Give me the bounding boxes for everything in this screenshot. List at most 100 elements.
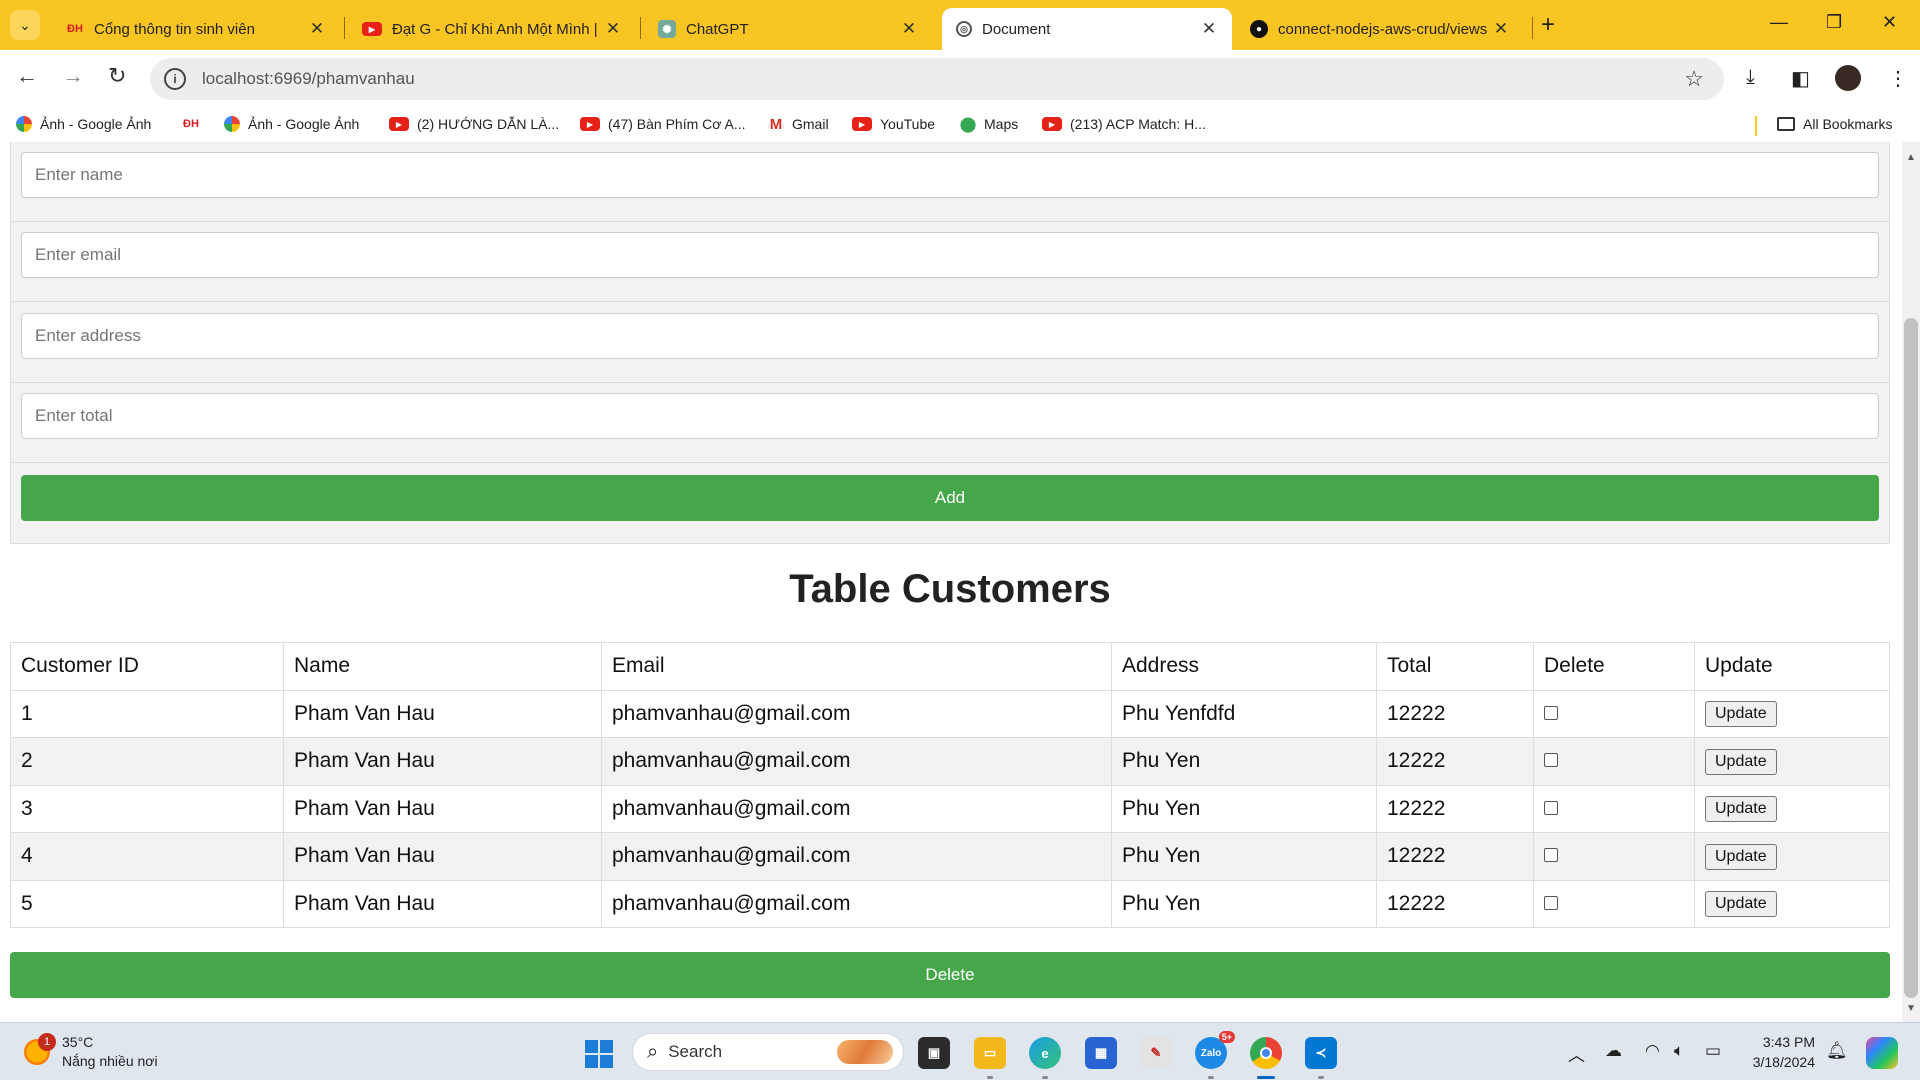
vnu-icon: ĐH bbox=[183, 118, 199, 130]
bookmark-google-photos[interactable]: Ảnh - Google Ảnh bbox=[16, 116, 151, 132]
column-header-name: Name bbox=[283, 642, 602, 691]
copilot-icon[interactable] bbox=[1866, 1037, 1898, 1069]
bookmark-maps[interactable]: ⬤ Maps bbox=[960, 116, 1019, 133]
cell-address: Phu Yen bbox=[1111, 879, 1377, 928]
bookmark-youtube-keyboard[interactable]: ▶ (47) Bàn Phím Cơ A... bbox=[580, 116, 746, 132]
url-text: localhost:6969/phamvanhau bbox=[202, 69, 415, 88]
wifi-icon[interactable]: ◠ bbox=[1645, 1041, 1660, 1061]
microsoft-store-icon[interactable]: ▦ bbox=[1085, 1037, 1117, 1069]
cell-total: 12222 bbox=[1376, 832, 1534, 881]
volume-icon[interactable]: 🔈︎ bbox=[1674, 1041, 1684, 1061]
tab-github[interactable]: ● connect-nodejs-aws-crud/views ✕ bbox=[1236, 8, 1524, 50]
folder-icon bbox=[1777, 117, 1795, 131]
table-row: 2 Pham Van Hau phamvanhau@gmail.com Phu … bbox=[10, 737, 1890, 786]
cell-total: 12222 bbox=[1376, 737, 1534, 786]
reload-icon[interactable]: ↻ bbox=[108, 63, 126, 89]
address-bar[interactable]: i localhost:6969/phamvanhau ☆ bbox=[150, 58, 1724, 100]
search-icon: ⌕ bbox=[647, 1040, 659, 1063]
update-button[interactable]: Update bbox=[1705, 843, 1777, 870]
taskbar-search[interactable]: ⌕ Search bbox=[632, 1033, 904, 1071]
windows-start-icon[interactable] bbox=[585, 1040, 613, 1068]
total-input[interactable] bbox=[21, 393, 1879, 439]
tab-student-portal[interactable]: ĐH Cổng thông tin sinh viên ✕ bbox=[52, 8, 340, 50]
search-highlight-image bbox=[837, 1040, 893, 1064]
name-input[interactable] bbox=[21, 152, 1879, 198]
cell-delete bbox=[1533, 879, 1695, 928]
all-bookmarks-button[interactable]: All Bookmarks bbox=[1777, 116, 1892, 132]
delete-checkbox[interactable] bbox=[1544, 800, 1558, 815]
new-tab-button[interactable]: + bbox=[1541, 11, 1555, 39]
scroll-down-arrow-icon[interactable]: ▼ bbox=[1906, 1003, 1916, 1014]
profile-avatar[interactable] bbox=[1835, 65, 1861, 91]
email-input[interactable] bbox=[21, 232, 1879, 278]
tab-youtube-song[interactable]: ▶ Đạt G - Chỉ Khi Anh Một Mình | ✕ bbox=[348, 8, 636, 50]
update-button[interactable]: Update bbox=[1705, 796, 1777, 823]
zalo-icon[interactable]: Zalo 5+ bbox=[1195, 1031, 1235, 1079]
customers-table: Customer ID Name Email Address Total Del… bbox=[10, 642, 1890, 928]
update-button[interactable]: Update bbox=[1705, 891, 1777, 918]
edge-icon[interactable]: e bbox=[1029, 1037, 1061, 1079]
cell-total: 12222 bbox=[1376, 784, 1534, 833]
scrollbar-thumb[interactable] bbox=[1904, 318, 1918, 998]
onedrive-cloud-icon[interactable]: ☁ bbox=[1605, 1041, 1622, 1061]
cell-id: 4 bbox=[10, 832, 284, 881]
cell-name: Pham Van Hau bbox=[283, 832, 602, 881]
bookmark-youtube-acp[interactable]: ▶ (213) ACP Match: H... bbox=[1042, 116, 1206, 132]
update-button[interactable]: Update bbox=[1705, 701, 1777, 728]
cell-delete bbox=[1533, 689, 1695, 738]
vscode-icon[interactable]: ≺ bbox=[1305, 1037, 1337, 1079]
close-icon[interactable]: ✕ bbox=[900, 19, 918, 39]
tab-search-button[interactable]: ⌄ bbox=[10, 10, 40, 40]
minimize-icon[interactable]: — bbox=[1770, 12, 1788, 33]
paint-app-icon[interactable]: ✎ bbox=[1140, 1037, 1172, 1069]
bookmark-google-photos-2[interactable]: Ảnh - Google Ảnh bbox=[224, 116, 359, 132]
cell-id: 2 bbox=[10, 737, 284, 786]
task-view-icon[interactable]: ▣ bbox=[918, 1037, 950, 1069]
more-menu-icon[interactable]: ⋮ bbox=[1888, 66, 1908, 91]
notification-bell-icon[interactable]: 🔔︎ bbox=[1826, 1041, 1848, 1061]
browser-toolbar: ← → ↻ i localhost:6969/phamvanhau ☆ ⤓ ◧ … bbox=[0, 50, 1920, 108]
system-clock[interactable]: 3:43 PM 3/18/2024 bbox=[1745, 1032, 1815, 1072]
cell-address: Phu Yen bbox=[1111, 832, 1377, 881]
forward-arrow-icon[interactable]: → bbox=[62, 63, 84, 89]
github-icon: ● bbox=[1250, 20, 1268, 38]
close-icon[interactable]: ✕ bbox=[308, 19, 326, 39]
restore-icon[interactable]: ❐ bbox=[1826, 12, 1842, 33]
delete-checkbox[interactable] bbox=[1544, 753, 1558, 768]
delete-checkbox[interactable] bbox=[1544, 848, 1558, 863]
window-close-icon[interactable]: ✕ bbox=[1882, 12, 1897, 33]
chrome-icon[interactable] bbox=[1250, 1037, 1282, 1079]
address-input[interactable] bbox=[21, 313, 1879, 359]
delete-checkbox[interactable] bbox=[1544, 895, 1558, 910]
scroll-up-arrow-icon[interactable]: ▲ bbox=[1906, 152, 1916, 163]
weather-temperature: 35°C bbox=[62, 1034, 94, 1050]
bookmark-youtube[interactable]: ▶ YouTube bbox=[852, 116, 935, 132]
close-icon[interactable]: ✕ bbox=[604, 19, 622, 39]
tab-document[interactable]: ◎ Document ✕ bbox=[942, 8, 1232, 50]
add-button[interactable]: Add bbox=[21, 475, 1879, 521]
download-icon[interactable]: ⤓ bbox=[1746, 66, 1755, 89]
delete-checkbox[interactable] bbox=[1544, 705, 1558, 720]
battery-icon[interactable]: ▭ bbox=[1705, 1041, 1721, 1061]
update-button[interactable]: Update bbox=[1705, 748, 1777, 775]
bookmark-star-icon[interactable]: ☆ bbox=[1684, 66, 1704, 92]
side-panel-icon[interactable]: ◧ bbox=[1791, 66, 1810, 91]
bookmark-gmail[interactable]: M Gmail bbox=[768, 116, 829, 133]
close-icon[interactable]: ✕ bbox=[1492, 19, 1510, 39]
chevron-up-icon[interactable]: ︿ bbox=[1568, 1041, 1585, 1066]
chevron-down-icon: ⌄ bbox=[19, 16, 31, 33]
bookmark-youtube-guide[interactable]: ▶ (2) HƯỚNG DẪN LÀ... bbox=[389, 116, 559, 132]
youtube-icon: ▶ bbox=[580, 117, 600, 131]
tab-chatgpt[interactable]: ✺ ChatGPT ✕ bbox=[644, 8, 932, 50]
close-icon[interactable]: ✕ bbox=[1200, 19, 1218, 39]
back-arrow-icon[interactable]: ← bbox=[16, 63, 38, 89]
file-explorer-icon[interactable]: ▭ bbox=[974, 1037, 1006, 1079]
vnu-icon: ĐH bbox=[67, 23, 83, 35]
bookmark-vnu[interactable]: ĐH bbox=[183, 116, 207, 132]
site-info-icon[interactable]: i bbox=[164, 68, 186, 90]
tab-separator bbox=[640, 17, 641, 39]
weather-widget[interactable]: 1 35°C Nắng nhiều nơi bbox=[24, 1033, 158, 1071]
delete-button[interactable]: Delete bbox=[10, 952, 1890, 998]
cell-email: phamvanhau@gmail.com bbox=[601, 832, 1112, 881]
column-header-id: Customer ID bbox=[10, 642, 284, 691]
